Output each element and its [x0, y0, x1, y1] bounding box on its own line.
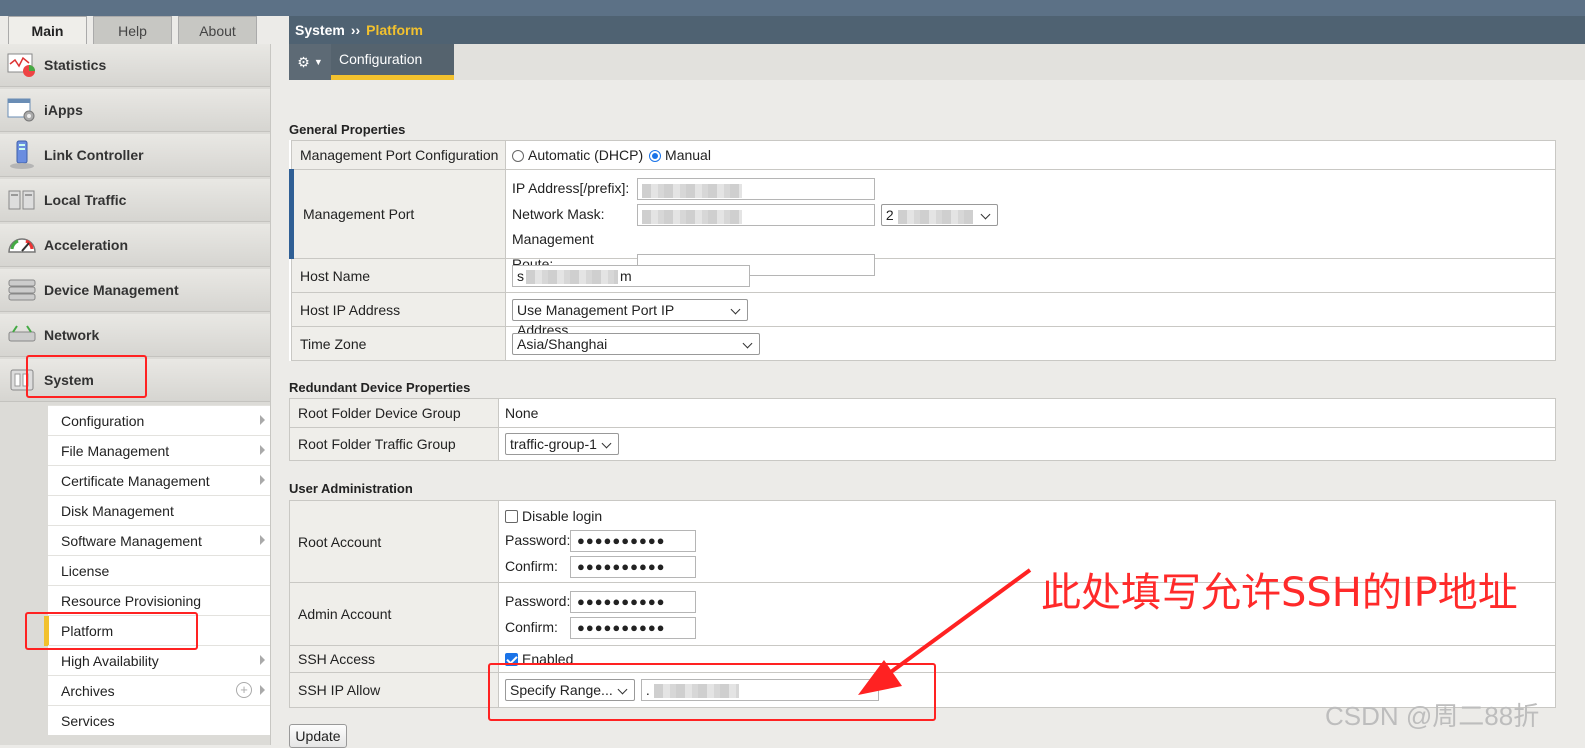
- annotation-arrow: [858, 568, 1032, 695]
- watermark: CSDN @周二88折: [1325, 701, 1540, 731]
- annotation-text: 此处填写允许SSH的IP地址: [1041, 570, 1518, 616]
